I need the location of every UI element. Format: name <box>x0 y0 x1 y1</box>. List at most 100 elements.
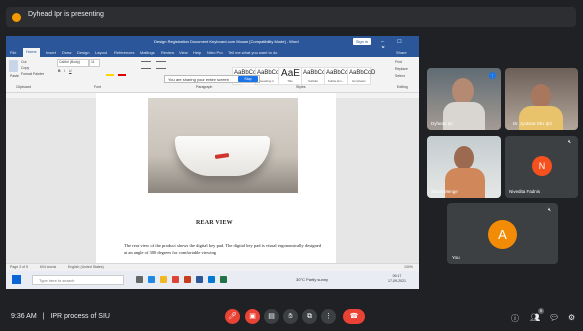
style-subtitle[interactable]: AaBbCcI Subtitle <box>301 67 327 85</box>
highlight-icon[interactable] <box>106 69 114 76</box>
participant-video-2 <box>531 84 551 108</box>
participant-tile-3[interactable]: Shruti Menge <box>427 136 501 198</box>
tab-references[interactable]: References <box>114 50 134 55</box>
participant-tile-2[interactable]: Dr. Jyotsna SIU Ip3 <box>505 68 578 130</box>
chrome-icon[interactable] <box>172 276 179 283</box>
participant-video-1 <box>452 78 474 104</box>
participant-video-3 <box>454 146 474 170</box>
word-window-title: Design Registration Document Keyboard.co… <box>154 39 299 44</box>
mic-off-icon[interactable]: 🎤︎ <box>225 309 240 324</box>
self-name: You <box>452 255 460 260</box>
zoom-level[interactable]: 100% <box>404 265 413 269</box>
tab-layout[interactable]: Layout <box>95 50 107 55</box>
self-avatar: A <box>488 220 517 249</box>
tab-nitro[interactable]: Nitro Pro <box>207 50 223 55</box>
mic-muted-icon: 🔇︎ <box>568 139 572 145</box>
weather-widget[interactable]: 30°C Partly sunny <box>296 277 328 282</box>
windows-start-icon[interactable] <box>12 275 21 284</box>
bullets-icon[interactable] <box>141 61 151 69</box>
paste-button[interactable]: Paste <box>10 74 19 78</box>
present-icon[interactable]: ⧉ <box>302 309 317 324</box>
replace-button[interactable]: Replace <box>395 67 408 71</box>
style-emphasis[interactable]: AaBbCcD Emphasis <box>347 67 376 85</box>
copy-button[interactable]: Copy <box>21 66 29 70</box>
doc-heading: REAR VIEW <box>196 220 233 226</box>
tell-me-box[interactable]: Tell me what you want to do <box>228 50 277 55</box>
editing-group-label: Editing <box>397 85 408 89</box>
style-sample: AaBbCcD <box>326 70 353 76</box>
taskbar-search[interactable]: Type here to search <box>32 275 124 285</box>
font-size-select[interactable]: 11 <box>89 59 100 67</box>
participant-tile-1[interactable]: ⋮ Dyhead Ipr <box>427 68 501 130</box>
participant-tile-4[interactable]: 🔇︎ N Nivedita Fadnis <box>505 136 578 198</box>
cut-button[interactable]: Cut <box>21 60 26 64</box>
font-size-value: 11 <box>91 60 95 64</box>
meeting-info: 9:36 AM | IPR process of SIU <box>11 313 110 320</box>
font-color-icon[interactable] <box>118 69 126 76</box>
info-icon[interactable]: ⓘ <box>511 313 519 324</box>
tab-review[interactable]: Review <box>161 50 174 55</box>
style-label: Title <box>287 79 293 83</box>
bold-button[interactable]: B <box>58 69 61 73</box>
tab-view[interactable]: View <box>179 50 188 55</box>
presenting-text: Dyhead Ipr is presenting <box>28 11 104 18</box>
style-subtle-emphasis[interactable]: AaBbCcD Subtle Em... <box>324 67 353 85</box>
word-taskbar-icon[interactable] <box>196 276 203 283</box>
find-button[interactable]: Find <box>395 60 402 64</box>
numbering-icon[interactable] <box>156 61 166 69</box>
tab-design[interactable]: Design <box>77 50 89 55</box>
camera-off-icon[interactable]: ▣ <box>245 309 260 324</box>
style-sample: AaBbCcD <box>349 70 376 76</box>
shared-screen: Design Registration Document Keyboard.co… <box>6 36 419 289</box>
word-count: 604 words <box>40 265 57 269</box>
people-icon[interactable]: 👥︎ <box>530 313 540 322</box>
tab-file[interactable]: File <box>10 50 16 55</box>
paste-icon[interactable] <box>9 60 18 72</box>
raise-hand-icon[interactable]: ✋︎ <box>283 309 298 324</box>
participant-name: Dr. Jyotsna SIU Ip3 <box>513 121 552 126</box>
tab-help[interactable]: Help <box>193 50 201 55</box>
clipboard-group-label: Clipboard <box>16 85 31 89</box>
tab-mailings[interactable]: Mailings <box>140 50 155 55</box>
more-icon[interactable]: ⋮ <box>321 309 336 324</box>
clock-date: 17-09-2021 <box>388 279 406 283</box>
styles-group-label: Styles <box>296 85 306 89</box>
select-button[interactable]: Select <box>395 74 405 78</box>
excel-icon[interactable] <box>220 276 227 283</box>
outlook-icon[interactable] <box>208 276 215 283</box>
file-explorer-icon[interactable] <box>160 276 167 283</box>
participant-name: Nivedita Fadnis <box>509 189 541 194</box>
style-title[interactable]: AaE Title <box>278 67 302 85</box>
participant-body-2 <box>519 106 563 130</box>
task-view-icon[interactable] <box>136 276 143 283</box>
language-status: English (United States) <box>68 265 104 269</box>
mic-muted-icon: 🔇︎ <box>548 207 552 213</box>
underline-button[interactable]: U <box>69 69 72 73</box>
captions-icon[interactable]: ▤ <box>264 309 279 324</box>
font-name-value: Calibri (Body) <box>59 60 81 64</box>
style-sample: AaBbCcI <box>303 70 327 76</box>
taskbar-clock[interactable]: 09:17 17-09-2021 <box>388 274 406 284</box>
edge-icon[interactable] <box>148 276 155 283</box>
page-count: Page 3 of 5 <box>10 265 28 269</box>
font-name-select[interactable]: Calibri (Body) <box>57 59 89 67</box>
presenter-avatar <box>12 13 21 22</box>
product-label-mark <box>214 153 230 159</box>
participant-name: Dyhead Ipr <box>431 121 454 126</box>
sign-in-button[interactable]: Sign in <box>353 38 371 45</box>
participant-name: Shruti Menge <box>431 189 458 194</box>
share-button[interactable]: Share <box>396 50 407 55</box>
meeting-time: 9:36 AM <box>11 313 37 320</box>
self-tile[interactable]: 🔇︎ A You <box>447 203 558 264</box>
windows-taskbar: Type here to search 30°C Partly sunny 09… <box>6 271 419 289</box>
hangup-icon[interactable]: ☎︎ <box>343 309 365 324</box>
chat-icon[interactable]: 💬︎ <box>549 313 559 322</box>
meeting-title: IPR process of SIU <box>50 313 110 320</box>
activities-icon[interactable]: ⚙︎ <box>568 313 575 322</box>
stop-sharing-button[interactable]: Stop Sharing <box>238 76 258 87</box>
tab-insert[interactable]: Insert <box>46 50 56 55</box>
powerpoint-icon[interactable] <box>184 276 191 283</box>
italic-button[interactable]: I <box>64 69 65 73</box>
format-painter-button[interactable]: Format Painter <box>21 72 44 76</box>
tab-draw[interactable]: Draw <box>62 50 71 55</box>
